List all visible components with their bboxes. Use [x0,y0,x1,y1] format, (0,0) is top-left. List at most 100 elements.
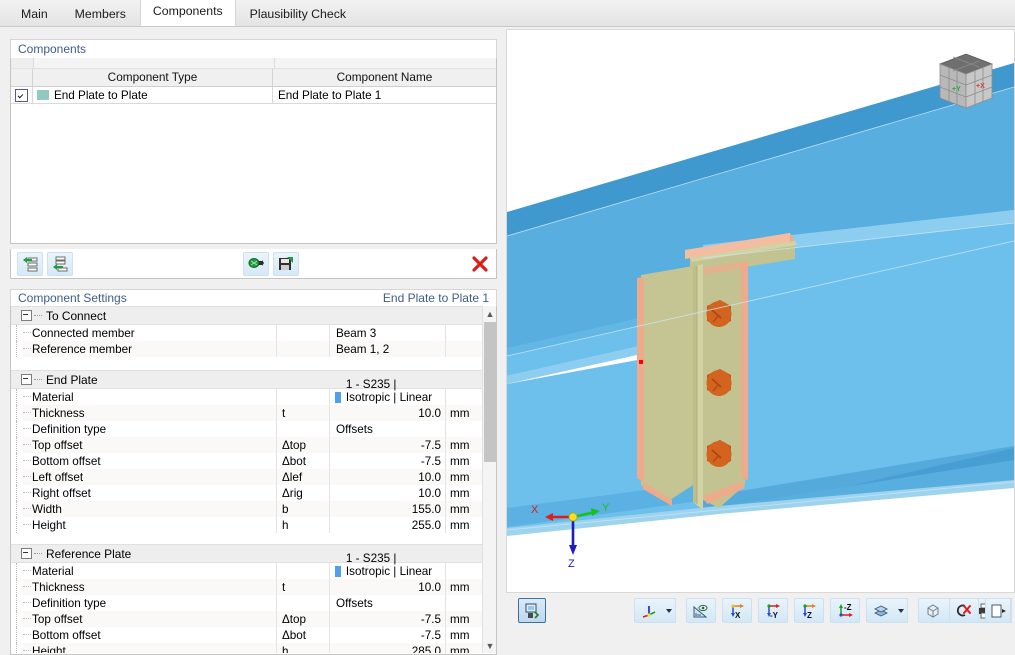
setting-symbol: Δtop [276,611,329,627]
settings-scrollbar[interactable]: ▲ ▼ [482,306,496,653]
row-checkbox[interactable] [15,89,28,102]
setting-symbol: Δbot [276,453,329,469]
ruler-eye-icon[interactable] [686,598,716,623]
setting-value[interactable]: 10.0 [329,579,445,595]
viewport-toolbar: X -Y [506,594,1015,625]
section-to-connect[interactable]: To Connect [11,306,483,325]
chevron-down-icon[interactable] [894,598,908,623]
collapse-icon[interactable] [21,548,32,559]
setting-label: Bottom offset [26,629,101,642]
scrollbar-thumb[interactable] [484,322,496,462]
axes-icon[interactable] [634,598,664,623]
setting-value[interactable]: 10.0 [329,405,445,421]
setting-row-connected-member[interactable]: Connected member Beam 3 [11,325,483,341]
setting-value[interactable]: -7.5 [329,627,445,643]
setting-row-top-offset[interactable]: Top offset Δtop -7.5 mm [11,437,483,453]
setting-row-ref-thickness[interactable]: Thickness t 10.0 mm [11,579,483,595]
setting-value[interactable]: 285.0 [329,643,445,653]
right-panel: +Y +X X Y Z [500,27,1015,628]
insert-component-below-icon[interactable] [47,252,73,276]
view-x-icon[interactable]: X [722,598,752,623]
setting-row-right-offset[interactable]: Right offset Δrig 10.0 mm [11,485,483,501]
setting-unit [445,325,483,341]
setting-row-height[interactable]: Height h 255.0 mm [11,517,483,533]
setting-value[interactable]: 255.0 [329,517,445,533]
row-checkbox-cell[interactable] [11,87,33,103]
setting-unit [445,595,483,611]
axis-label-z: Z [568,558,575,570]
axis-label-y: Y [602,502,610,514]
svg-text:-Z: -Z [844,603,852,612]
setting-row-definition-type[interactable]: Definition type Offsets [11,421,483,437]
setting-value[interactable]: 10.0 [329,469,445,485]
scroll-down-icon[interactable]: ▼ [483,638,497,653]
component-name-label: End Plate to Plate 1 [278,89,381,102]
setting-row-bottom-offset[interactable]: Bottom offset Δbot -7.5 mm [11,453,483,469]
setting-value[interactable]: Offsets [329,595,445,611]
setting-label: Reference member [26,343,132,356]
render-icon[interactable] [518,598,546,623]
tab-components[interactable]: Components [140,0,236,26]
setting-symbol: Δrig [276,485,329,501]
joint-designer-window: Main Members Components Plausibility Che… [0,0,1015,628]
collapse-icon[interactable] [21,374,32,385]
setting-value-material[interactable]: 1 - S235 | Isotropic | Linear Elastic [329,563,445,579]
table-row[interactable]: End Plate to Plate End Plate to Plate 1 [11,87,496,104]
setting-row-ref-material[interactable]: Material 1 - S235 | Isotropic | Linear E… [11,563,483,579]
row-component-name-cell[interactable]: End Plate to Plate 1 [273,87,496,103]
tab-main[interactable]: Main [8,2,61,26]
column-header-component-name[interactable]: Component Name [273,69,496,86]
setting-value[interactable]: -7.5 [329,611,445,627]
setting-symbol: t [276,405,329,421]
setting-value[interactable]: 10.0 [329,485,445,501]
layers-icon[interactable] [866,598,896,623]
column-header-component-type[interactable]: Component Type [33,69,273,86]
view-neg-y-icon[interactable]: -Y [758,598,788,623]
setting-row-ref-definition-type[interactable]: Definition type Offsets [11,595,483,611]
navigation-cube[interactable]: +Y +X [932,48,1000,114]
import-component-icon[interactable] [243,252,269,276]
setting-value[interactable]: Beam 3 [329,325,445,341]
setting-row-width[interactable]: Width b 155.0 mm [11,501,483,517]
view-z-icon[interactable]: Z [794,598,824,623]
collapse-icon[interactable] [21,310,32,321]
deselect-icon[interactable] [949,598,979,623]
tab-members[interactable]: Members [62,2,139,26]
components-group-title: Components [18,40,86,59]
setting-unit: mm [445,579,483,595]
view-neg-z-icon[interactable]: -Z [830,598,860,623]
setting-unit: mm [445,405,483,421]
setting-value[interactable]: -7.5 [329,453,445,469]
components-group-header: Components [10,39,497,58]
cube-icon[interactable] [918,598,948,623]
setting-value[interactable]: -7.5 [329,437,445,453]
setting-label: Definition type [26,597,106,610]
save-component-icon[interactable] [273,252,299,276]
setting-value[interactable]: 155.0 [329,501,445,517]
setting-row-ref-bottom-offset[interactable]: Bottom offset Δbot -7.5 mm [11,627,483,643]
setting-row-reference-member[interactable]: Reference member Beam 1, 2 [11,341,483,357]
panel-icon[interactable] [985,598,1011,623]
setting-row-material[interactable]: Material 1 - S235 | Isotropic | Linear E… [11,389,483,405]
delete-component-icon[interactable] [467,252,493,276]
row-component-type-cell[interactable]: End Plate to Plate [33,87,273,103]
components-table-header: Component Type Component Name [11,69,496,87]
setting-row-ref-top-offset[interactable]: Top offset Δtop -7.5 mm [11,611,483,627]
svg-text:-Y: -Y [770,611,779,619]
insert-component-above-icon[interactable] [17,252,43,276]
chevron-down-icon[interactable] [662,598,676,623]
setting-value[interactable]: Offsets [329,421,445,437]
setting-value[interactable]: Beam 1, 2 [329,341,445,357]
model-viewport[interactable]: +Y +X X Y Z [506,29,1015,593]
setting-row-thickness[interactable]: Thickness t 10.0 mm [11,405,483,421]
settings-grid: To Connect Connected member Beam 3 Refer… [11,306,483,653]
setting-row-left-offset[interactable]: Left offset Δlef 10.0 mm [11,469,483,485]
section-gap [11,533,483,544]
setting-value-material[interactable]: 1 - S235 | Isotropic | Linear Elastic [329,389,445,405]
scroll-up-icon[interactable]: ▲ [483,306,497,321]
section-title: End Plate [44,373,98,387]
setting-unit [445,421,483,437]
setting-unit: mm [445,469,483,485]
tab-plausibility-check[interactable]: Plausibility Check [237,2,359,26]
setting-row-ref-height[interactable]: Height h 285.0 mm [11,643,483,653]
